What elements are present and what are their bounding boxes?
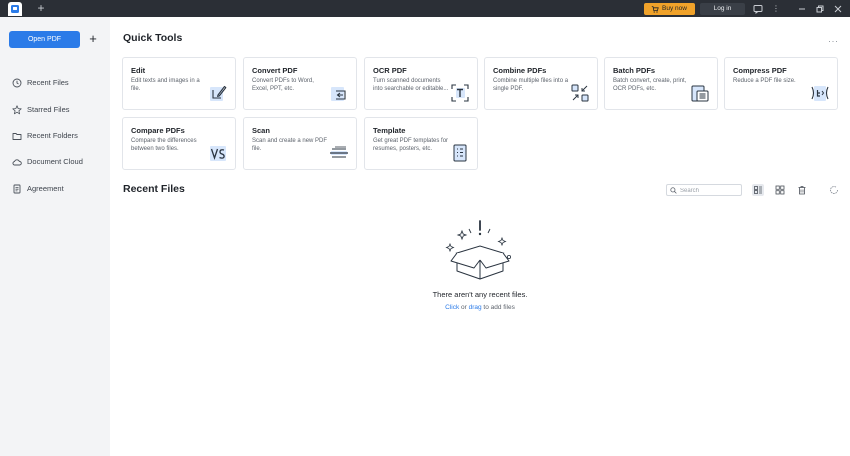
sidebar-item-recent-files[interactable]: Recent Files	[12, 76, 108, 90]
new-tab-button[interactable]: +	[34, 0, 48, 17]
tool-card-compare-pdfs[interactable]: Compare PDFs Compare the differences bet…	[122, 117, 236, 170]
ocr-icon	[451, 84, 469, 102]
star-icon	[12, 105, 22, 115]
compare-icon	[210, 146, 226, 161]
edit-icon	[210, 85, 227, 101]
app-logo-tab[interactable]	[8, 2, 22, 16]
refresh-icon	[830, 186, 838, 194]
sidebar-item-label: Recent Files	[27, 78, 69, 87]
login-button[interactable]: Log in	[700, 3, 745, 15]
document-icon	[13, 184, 21, 194]
recent-files-title: Recent Files	[123, 183, 185, 195]
sidebar: Open PDF + Recent Files Starred Files Re…	[0, 17, 110, 456]
tool-card-combine-pdfs[interactable]: Combine PDFs Combine multiple files into…	[484, 57, 598, 110]
tool-card-ocr-pdf[interactable]: OCR PDF Turn scanned documents into sear…	[364, 57, 478, 110]
pdf-logo-icon	[11, 5, 19, 13]
tool-card-batch-pdfs[interactable]: Batch PDFs Batch convert, create, print,…	[604, 57, 718, 110]
add-button[interactable]: +	[86, 31, 100, 48]
open-pdf-button[interactable]: Open PDF	[9, 31, 80, 48]
hint-or-text: or	[459, 304, 469, 311]
cloud-icon	[12, 159, 22, 166]
main-content: Quick Tools ··· Edit Edit texts and imag…	[110, 17, 850, 456]
card-title: Scan	[252, 126, 270, 135]
sidebar-item-label: Agreement	[27, 184, 64, 193]
clock-icon	[12, 78, 22, 88]
cart-icon	[651, 6, 659, 13]
tool-card-compress-pdf[interactable]: Compress PDF Reduce a PDF file size.	[724, 57, 838, 110]
list-view-icon	[754, 186, 762, 194]
tool-card-template[interactable]: Template Get great PDF templates for res…	[364, 117, 478, 170]
buy-now-button[interactable]: Buy now	[644, 3, 695, 15]
card-description: Scan and create a new PDF file.	[252, 138, 328, 152]
card-description: Reduce a PDF file size.	[733, 78, 796, 84]
card-title: Compress PDF	[733, 66, 787, 75]
card-description: Batch convert, create, print, OCR PDFs, …	[613, 78, 687, 92]
title-bar: + Buy now Log in ⋮	[0, 0, 850, 17]
sidebar-item-label: Recent Folders	[27, 131, 78, 140]
batch-icon	[691, 85, 709, 102]
card-description: Combine multiple files into a single PDF…	[493, 78, 569, 92]
card-description: Get great PDF templates for resumes, pos…	[373, 138, 449, 152]
click-link[interactable]: Click	[445, 304, 459, 311]
card-title: Template	[373, 126, 406, 135]
convert-icon	[331, 87, 346, 101]
grid-view-button[interactable]	[774, 184, 786, 196]
sidebar-item-agreement[interactable]: Agreement	[12, 182, 108, 196]
clear-history-button[interactable]	[796, 184, 808, 196]
hint-rest-text: to add files	[481, 304, 515, 311]
combine-icon	[571, 84, 589, 102]
card-description: Edit texts and images in a file.	[131, 78, 200, 92]
card-title: Combine PDFs	[493, 66, 547, 75]
more-menu-icon[interactable]: ⋮	[770, 3, 782, 15]
tool-card-scan[interactable]: Scan Scan and create a new PDF file.	[243, 117, 357, 170]
search-input[interactable]	[680, 186, 740, 195]
minimize-icon[interactable]	[796, 3, 808, 15]
refresh-button[interactable]	[828, 184, 840, 196]
tool-card-edit[interactable]: Edit Edit texts and images in a file.	[122, 57, 236, 110]
message-icon[interactable]	[752, 3, 764, 15]
compress-icon	[811, 86, 829, 101]
drag-link[interactable]: drag	[469, 304, 482, 311]
empty-state-hint: Click or drag to add files	[360, 304, 600, 311]
card-title: Batch PDFs	[613, 66, 656, 75]
sidebar-item-recent-folders[interactable]: Recent Folders	[12, 129, 108, 143]
tool-card-convert-pdf[interactable]: Convert PDF Convert PDFs to Word, Excel,…	[243, 57, 357, 110]
card-description: Convert PDFs to Word, Excel, PPT, etc.	[252, 78, 314, 92]
sidebar-item-starred-files[interactable]: Starred Files	[12, 103, 108, 117]
more-options-icon[interactable]: ···	[828, 36, 839, 46]
buy-now-label: Buy now	[662, 5, 687, 12]
sidebar-item-document-cloud[interactable]: Document Cloud	[12, 155, 108, 169]
search-icon	[670, 187, 677, 194]
card-title: Edit	[131, 66, 146, 75]
empty-box-illustration	[445, 220, 512, 280]
trash-icon	[798, 186, 806, 195]
card-description: Compare the differences between two file…	[131, 138, 197, 152]
folder-icon	[12, 133, 22, 140]
scan-icon	[330, 146, 348, 158]
quick-tools-title: Quick Tools	[123, 32, 183, 44]
card-title: OCR PDF	[373, 66, 407, 75]
template-icon	[453, 144, 467, 162]
grid-view-icon	[775, 185, 785, 195]
sidebar-item-label: Document Cloud	[27, 157, 83, 166]
card-title: Convert PDF	[252, 66, 298, 75]
card-description: Turn scanned documents into searchable o…	[373, 78, 449, 92]
restore-icon[interactable]	[814, 3, 826, 15]
card-title: Compare PDFs	[131, 126, 185, 135]
sidebar-item-label: Starred Files	[27, 105, 70, 114]
close-icon[interactable]	[832, 3, 844, 15]
list-view-button[interactable]	[752, 184, 764, 196]
empty-state-message: There aren't any recent files.	[432, 290, 528, 299]
search-field[interactable]	[666, 184, 742, 196]
